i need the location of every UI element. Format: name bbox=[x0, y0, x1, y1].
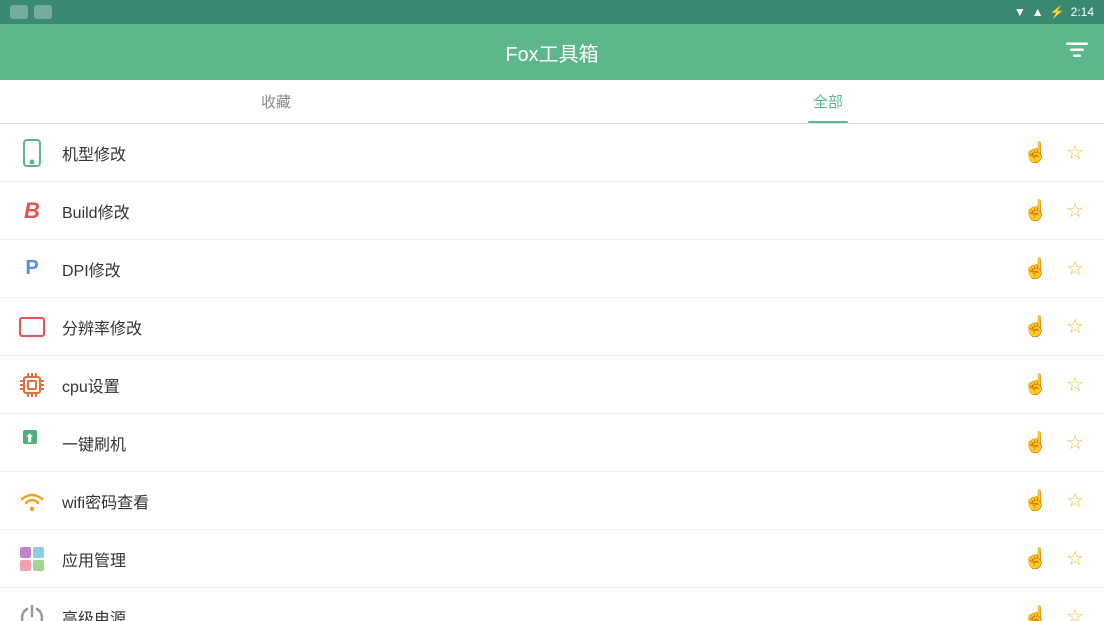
status-bar-right: ▼ ▲ ⚡ 2:14 bbox=[1014, 5, 1094, 19]
item-actions: ☝ ☆ bbox=[1019, 136, 1088, 169]
touch-button[interactable]: ☝ bbox=[1019, 252, 1052, 285]
status-bar-left bbox=[10, 5, 52, 19]
touch-button[interactable]: ☝ bbox=[1019, 194, 1052, 227]
svg-text:⬆: ⬆ bbox=[25, 433, 34, 445]
star-button[interactable]: ☆ bbox=[1062, 136, 1088, 169]
touch-button[interactable]: ☝ bbox=[1019, 136, 1052, 169]
item-label: DPI修改 bbox=[62, 257, 1019, 281]
star-button[interactable]: ☆ bbox=[1062, 310, 1088, 343]
resolution-icon bbox=[16, 311, 48, 343]
list-item[interactable]: P DPI修改 ☝ ☆ bbox=[0, 240, 1104, 298]
item-label: Build修改 bbox=[62, 199, 1019, 223]
touch-button[interactable]: ☝ bbox=[1019, 426, 1052, 459]
phone-icon bbox=[16, 137, 48, 169]
list-item[interactable]: 应用管理 ☝ ☆ bbox=[0, 530, 1104, 588]
item-label: 一键刷机 bbox=[62, 431, 1019, 455]
list-item[interactable]: cpu设置 ☝ ☆ bbox=[0, 356, 1104, 414]
item-actions: ☝ ☆ bbox=[1019, 368, 1088, 401]
tools-list: 机型修改 ☝ ☆ B Build修改 ☝ ☆ P DPI修改 ☝ ☆ 分辨率修改 bbox=[0, 124, 1104, 621]
star-button[interactable]: ☆ bbox=[1062, 252, 1088, 285]
app-header: Fox工具箱 bbox=[0, 24, 1104, 80]
star-button[interactable]: ☆ bbox=[1062, 484, 1088, 517]
cpu-icon bbox=[16, 369, 48, 401]
wifi-icon bbox=[16, 485, 48, 517]
time-display: 2:14 bbox=[1071, 5, 1094, 19]
tabs-container: 收藏 全部 bbox=[0, 80, 1104, 124]
item-actions: ☝ ☆ bbox=[1019, 600, 1088, 621]
status-btn-2 bbox=[34, 5, 52, 19]
list-item[interactable]: wifi密码查看 ☝ ☆ bbox=[0, 472, 1104, 530]
item-actions: ☝ ☆ bbox=[1019, 484, 1088, 517]
touch-button[interactable]: ☝ bbox=[1019, 542, 1052, 575]
list-item[interactable]: ⬆ 一键刷机 ☝ ☆ bbox=[0, 414, 1104, 472]
touch-button[interactable]: ☝ bbox=[1019, 368, 1052, 401]
tab-all[interactable]: 全部 bbox=[552, 80, 1104, 123]
touch-button[interactable]: ☝ bbox=[1019, 600, 1052, 621]
list-item[interactable]: 机型修改 ☝ ☆ bbox=[0, 124, 1104, 182]
touch-button[interactable]: ☝ bbox=[1019, 484, 1052, 517]
item-actions: ☝ ☆ bbox=[1019, 252, 1088, 285]
apps-icon bbox=[16, 543, 48, 575]
power-icon bbox=[16, 601, 48, 621]
star-button[interactable]: ☆ bbox=[1062, 368, 1088, 401]
item-label: 机型修改 bbox=[62, 141, 1019, 165]
flash-icon: ⬆ bbox=[16, 427, 48, 459]
item-actions: ☝ ☆ bbox=[1019, 542, 1088, 575]
build-icon: B bbox=[16, 195, 48, 227]
battery-icon: ⚡ bbox=[1050, 5, 1065, 19]
wifi-icon: ▼ bbox=[1014, 5, 1026, 19]
star-button[interactable]: ☆ bbox=[1062, 600, 1088, 621]
star-button[interactable]: ☆ bbox=[1062, 194, 1088, 227]
item-actions: ☝ ☆ bbox=[1019, 310, 1088, 343]
tab-favorites[interactable]: 收藏 bbox=[0, 80, 552, 123]
item-actions: ☝ ☆ bbox=[1019, 426, 1088, 459]
list-item[interactable]: 高级电源 ☝ ☆ bbox=[0, 588, 1104, 621]
filter-button[interactable] bbox=[1066, 41, 1088, 64]
dpi-icon: P bbox=[16, 253, 48, 285]
signal-icon: ▲ bbox=[1032, 5, 1044, 19]
status-btn-1 bbox=[10, 5, 28, 19]
touch-button[interactable]: ☝ bbox=[1019, 310, 1052, 343]
star-button[interactable]: ☆ bbox=[1062, 426, 1088, 459]
item-label: 高级电源 bbox=[62, 605, 1019, 621]
list-item[interactable]: 分辨率修改 ☝ ☆ bbox=[0, 298, 1104, 356]
star-button[interactable]: ☆ bbox=[1062, 542, 1088, 575]
list-item[interactable]: B Build修改 ☝ ☆ bbox=[0, 182, 1104, 240]
item-actions: ☝ ☆ bbox=[1019, 194, 1088, 227]
app-title: Fox工具箱 bbox=[505, 38, 598, 67]
status-bar: ▼ ▲ ⚡ 2:14 bbox=[0, 0, 1104, 24]
item-label: 分辨率修改 bbox=[62, 315, 1019, 339]
item-label: 应用管理 bbox=[62, 547, 1019, 571]
item-label: wifi密码查看 bbox=[62, 489, 1019, 513]
item-label: cpu设置 bbox=[62, 373, 1019, 397]
